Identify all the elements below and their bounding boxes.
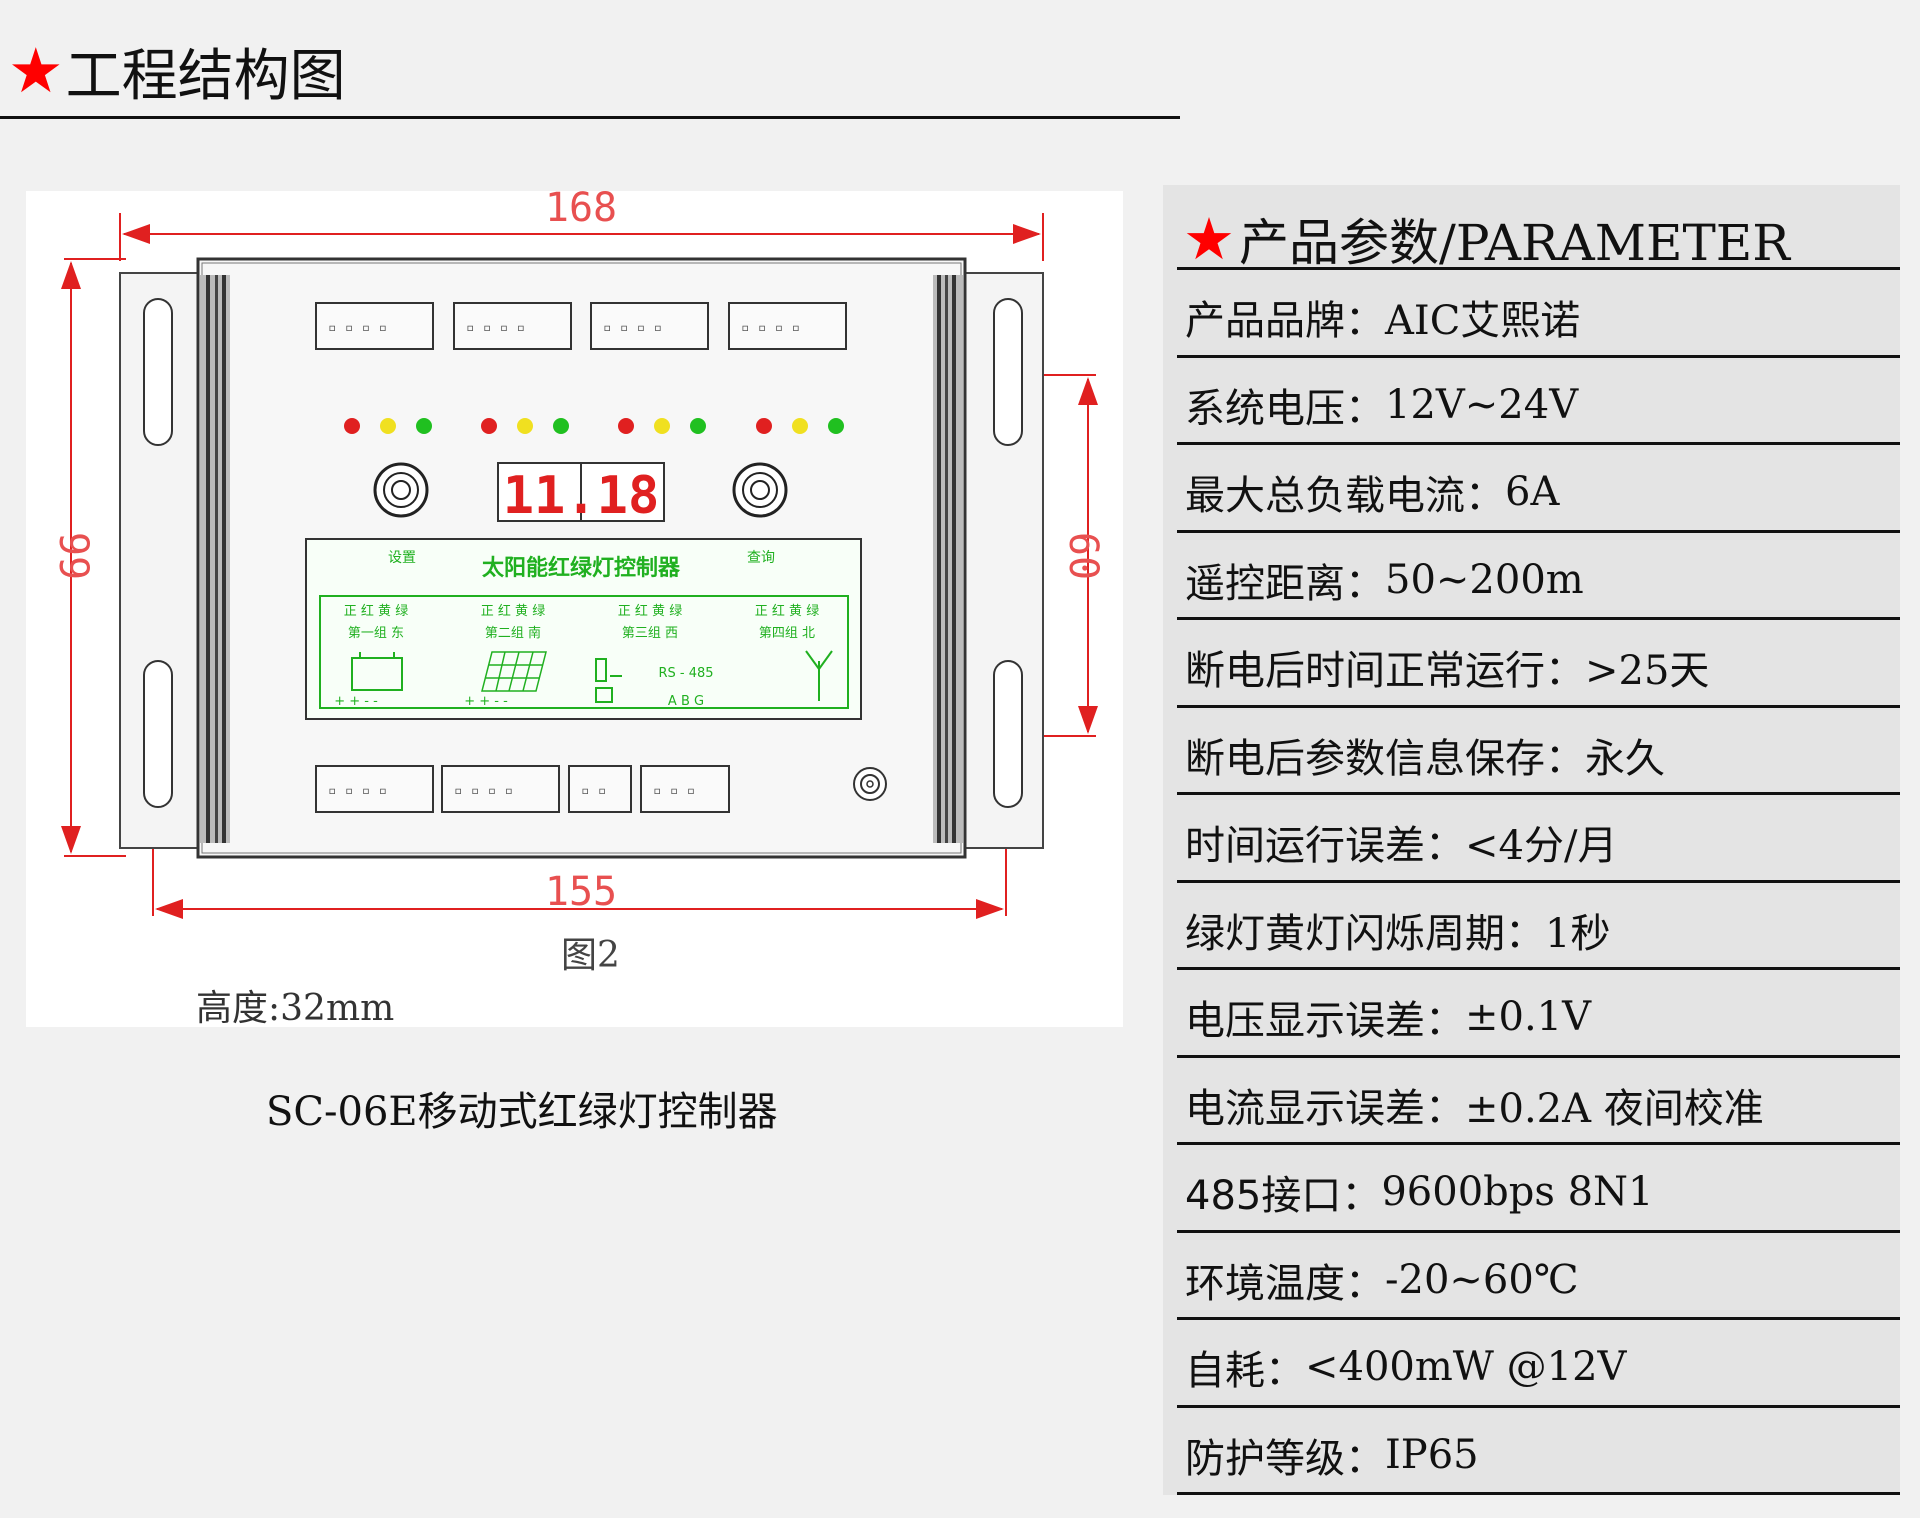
parameter-value: 1秒 bbox=[1545, 910, 1611, 957]
parameter-row: 断电后参数信息保存： 永久 bbox=[1185, 713, 1665, 797]
group-head-3: 正 红 黄 绿 bbox=[618, 603, 682, 619]
parameter-row: 电流显示误差： ±0.2A 夜间校准 bbox=[1185, 1063, 1764, 1147]
parameter-rule bbox=[1177, 1317, 1900, 1320]
parameter-row: 最大总负载电流： 6A bbox=[1185, 450, 1559, 534]
terminals-right: + + - - bbox=[464, 694, 508, 709]
parameter-label: 系统电压： bbox=[1185, 385, 1385, 432]
parameter-label: 环境温度： bbox=[1185, 1260, 1385, 1307]
parameter-label: 电压显示误差： bbox=[1185, 998, 1465, 1044]
parameter-value: 9600bps 8N1 bbox=[1381, 1169, 1654, 1215]
terminals-left: + + - - bbox=[334, 694, 378, 709]
group-head-2: 正 红 黄 绿 bbox=[481, 603, 545, 619]
parameter-row: 电压显示误差： ±0.1V bbox=[1185, 975, 1591, 1059]
drawing-svg: 168 99 60 155 ▫ ▫ ▫ ▫ ▫ ▫ ▫ ▫ ▫ ▫ ▫ ▫ ▫ … bbox=[50, 191, 1106, 919]
parameter-label: 产品品牌： bbox=[1185, 298, 1385, 344]
parameter-row: 绿灯黄灯闪烁周期： 1秒 bbox=[1185, 888, 1610, 972]
parameter-rule bbox=[1177, 442, 1900, 445]
parameter-label: 断电后参数信息保存： bbox=[1185, 735, 1585, 782]
figure-label: 图2 bbox=[561, 935, 620, 976]
parameter-rule bbox=[1177, 1229, 1900, 1233]
parameter-label: 电流显示误差： bbox=[1185, 1085, 1465, 1132]
parameter-label: 485接口： bbox=[1185, 1173, 1382, 1219]
button-left-label: 设置 bbox=[388, 550, 416, 566]
parameter-rule bbox=[1177, 267, 1900, 270]
product-caption: SC-06E移动式红绿灯控制器 bbox=[266, 1089, 778, 1135]
parameter-rule bbox=[1177, 617, 1900, 620]
parameter-label: 最大总负载电流： bbox=[1185, 473, 1505, 519]
parameter-row: 产品品牌： AIC艾熙诺 bbox=[1185, 275, 1580, 359]
svg-text:▫ ▫ ▫ ▫: ▫ ▫ ▫ ▫ bbox=[603, 320, 662, 336]
group-name-3: 第三组 西 bbox=[622, 626, 678, 641]
parameter-row: 断电后时间正常运行： >25天 bbox=[1185, 625, 1709, 709]
dim-right-label: 60 bbox=[1060, 532, 1106, 580]
parameter-label: 遥控距离： bbox=[1185, 560, 1385, 607]
parameter-rule bbox=[1177, 1054, 1900, 1058]
parameter-value: IP65 bbox=[1385, 1431, 1479, 1478]
group-name-1: 第一组 东 bbox=[348, 626, 404, 641]
svg-text:▫ ▫ ▫ ▫: ▫ ▫ ▫ ▫ bbox=[328, 783, 387, 799]
dim-top-label: 168 bbox=[545, 191, 617, 231]
parameter-row: 环境温度： -20~60℃ bbox=[1185, 1238, 1579, 1322]
parameter-rule bbox=[1177, 1142, 1900, 1145]
parameter-label: 时间运行误差： bbox=[1185, 823, 1465, 869]
parameter-value: ±0.1V bbox=[1465, 994, 1592, 1040]
parameter-row: 遥控距离： 50~200m bbox=[1185, 538, 1584, 622]
dim-left-label: 99 bbox=[50, 532, 96, 580]
parameter-rule bbox=[1177, 967, 1900, 970]
parameter-row: 485接口： 9600bps 8N1 bbox=[1185, 1150, 1654, 1234]
parameter-value: AIC艾熙诺 bbox=[1385, 298, 1581, 344]
parameter-label: 自耗： bbox=[1185, 1348, 1305, 1394]
title-rule bbox=[0, 116, 1180, 119]
rs485-label: RS - 485 bbox=[658, 666, 713, 681]
svg-text:▫ ▫ ▫ ▫: ▫ ▫ ▫ ▫ bbox=[741, 320, 800, 336]
svg-text:▫ ▫ ▫ ▫: ▫ ▫ ▫ ▫ bbox=[328, 320, 387, 336]
star-icon: ★ bbox=[8, 34, 64, 107]
parameter-title: 产品参数/PARAMETER bbox=[1239, 214, 1790, 272]
device-title: 太阳能红绿灯控制器 bbox=[482, 555, 681, 581]
parameter-label: 防护等级： bbox=[1185, 1435, 1385, 1482]
svg-text:▫ ▫: ▫ ▫ bbox=[581, 783, 606, 799]
display-digits: 11.18 bbox=[503, 466, 660, 526]
group-name-2: 第二组 南 bbox=[485, 625, 541, 641]
parameter-panel: ★ 产品参数/PARAMETER 产品品牌： AIC艾熙诺 系统电压： 12V~24V… bbox=[1163, 185, 1900, 1495]
section-title: ★ 工程结构图 bbox=[8, 34, 346, 109]
parameter-label: 绿灯黄灯闪烁周期： bbox=[1185, 910, 1545, 957]
svg-text:▫ ▫ ▫ ▫: ▫ ▫ ▫ ▫ bbox=[454, 783, 513, 799]
parameter-rule bbox=[1177, 792, 1900, 795]
parameter-value: -20~60℃ bbox=[1385, 1256, 1579, 1303]
svg-text:▫ ▫ ▫: ▫ ▫ ▫ bbox=[653, 783, 695, 799]
group-name-4: 第四组 北 bbox=[759, 626, 815, 641]
parameter-rule bbox=[1177, 529, 1900, 533]
parameter-row: 防护等级： IP65 bbox=[1185, 1413, 1479, 1497]
parameter-value: 12V~24V bbox=[1385, 381, 1579, 428]
star-icon: ★ bbox=[1183, 205, 1235, 273]
group-head-1: 正 红 黄 绿 bbox=[344, 603, 408, 619]
parameter-label: 断电后时间正常运行： bbox=[1185, 648, 1585, 694]
engineering-drawing: 168 99 60 155 ▫ ▫ ▫ ▫ ▫ ▫ ▫ ▫ ▫ ▫ ▫ ▫ ▫ … bbox=[26, 191, 1123, 1029]
dim-bottom-label: 155 bbox=[545, 869, 617, 915]
parameter-row: 时间运行误差： <4分/月 bbox=[1185, 800, 1617, 884]
abg-label: A B G bbox=[668, 694, 704, 709]
parameter-value: <400mW @12V bbox=[1305, 1344, 1627, 1390]
parameter-value: ±0.2A 夜间校准 bbox=[1465, 1085, 1764, 1132]
section-title-text: 工程结构图 bbox=[65, 43, 346, 109]
height-label: 高度:32mm bbox=[196, 988, 395, 1029]
parameter-row: 系统电压： 12V~24V bbox=[1185, 363, 1578, 447]
parameter-value: >25天 bbox=[1585, 648, 1710, 694]
parameter-value: 6A bbox=[1505, 469, 1560, 515]
parameter-row: 自耗： <400mW @12V bbox=[1185, 1325, 1626, 1409]
group-head-4: 正 红 黄 绿 bbox=[755, 603, 819, 619]
parameter-value: <4分/月 bbox=[1465, 823, 1618, 869]
parameter-rule bbox=[1177, 1492, 1900, 1495]
parameter-rule bbox=[1177, 1404, 1900, 1408]
button-right-label: 查询 bbox=[747, 550, 775, 566]
parameter-rule bbox=[1177, 704, 1900, 708]
svg-text:▫ ▫ ▫ ▫: ▫ ▫ ▫ ▫ bbox=[466, 320, 525, 336]
parameter-rule bbox=[1177, 354, 1900, 358]
parameter-value: 永久 bbox=[1585, 735, 1665, 782]
parameter-value: 50~200m bbox=[1385, 556, 1584, 603]
parameter-rule bbox=[1177, 879, 1900, 883]
